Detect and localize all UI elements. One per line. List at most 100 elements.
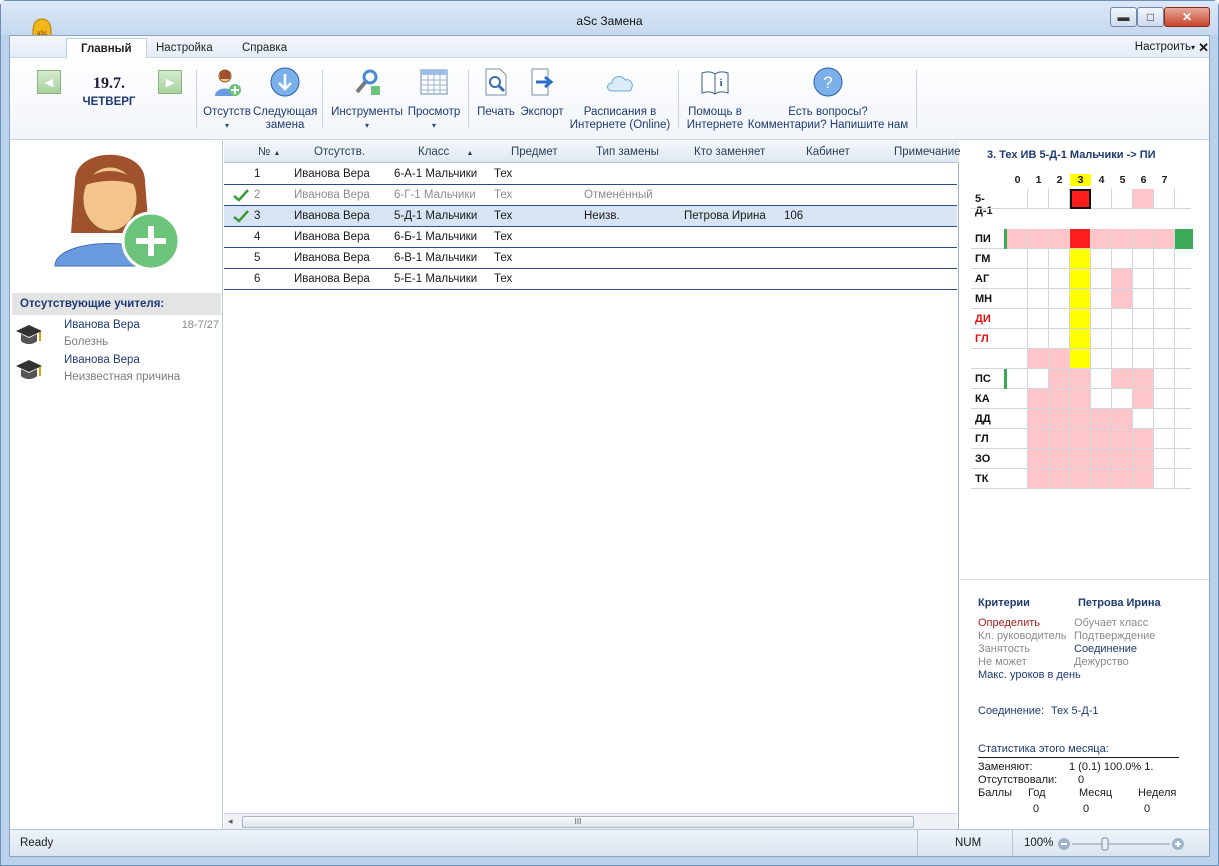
teacher-row-label[interactable]: МН xyxy=(975,293,992,305)
schedule-cell[interactable] xyxy=(1028,469,1049,489)
schedule-cell[interactable] xyxy=(1133,469,1154,489)
period-header[interactable]: 0 xyxy=(1007,174,1028,186)
schedule-cell[interactable] xyxy=(1049,449,1070,469)
schedule-cell[interactable] xyxy=(1154,289,1175,309)
schedule-cell[interactable] xyxy=(1154,369,1175,389)
criteria-item[interactable]: Подтверждение xyxy=(1074,630,1155,643)
criteria-item[interactable]: Дежурство xyxy=(1074,656,1155,669)
teacher-row-label[interactable]: ГЛ xyxy=(975,333,989,345)
schedule-cell[interactable] xyxy=(1049,429,1070,449)
schedule-cell[interactable] xyxy=(1007,189,1028,209)
schedule-cell[interactable] xyxy=(1091,249,1112,269)
period-header[interactable]: 1 xyxy=(1028,174,1049,186)
schedule-cell[interactable] xyxy=(1133,409,1154,429)
schedule-cell[interactable] xyxy=(1070,189,1091,209)
scroll-thumb[interactable]: III xyxy=(242,816,914,828)
schedule-cell[interactable] xyxy=(1133,369,1154,389)
col-header-number[interactable]: № ▲ xyxy=(258,146,280,158)
teacher-row-label[interactable]: ГЛ xyxy=(975,433,989,445)
export-button[interactable]: Экспорт xyxy=(517,66,567,119)
schedule-cell[interactable] xyxy=(1133,449,1154,469)
schedule-cell[interactable] xyxy=(1091,269,1112,289)
schedule-cell[interactable] xyxy=(1070,349,1091,369)
schedule-cell[interactable] xyxy=(1112,249,1133,269)
schedule-cell[interactable] xyxy=(1070,369,1091,389)
zoom-slider[interactable] xyxy=(1058,837,1184,851)
schedule-cell[interactable] xyxy=(1007,349,1028,369)
schedule-cell[interactable] xyxy=(1028,189,1049,209)
list-item[interactable]: Иванова Вера Неизвестная причина xyxy=(14,354,223,388)
schedule-cell[interactable] xyxy=(1049,269,1070,289)
schedule-cell[interactable] xyxy=(1007,289,1028,309)
table-row[interactable]: 3 Иванова Вера 5-Д-1 Мальчики Тех Неизв. Петр… xyxy=(224,206,957,227)
schedule-cell[interactable] xyxy=(1091,189,1112,209)
period-header[interactable]: 2 xyxy=(1049,174,1070,186)
teacher-row-label[interactable]: ПС xyxy=(975,373,991,385)
period-header[interactable]: 4 xyxy=(1091,174,1112,186)
schedule-cell[interactable] xyxy=(1112,449,1133,469)
schedule-cell[interactable] xyxy=(1091,229,1112,249)
schedule-cell[interactable] xyxy=(1070,309,1091,329)
close-ribbon-icon[interactable]: ✕ xyxy=(1198,40,1209,56)
schedule-cell[interactable] xyxy=(1049,409,1070,429)
schedule-cell[interactable] xyxy=(1112,269,1133,289)
schedule-cell[interactable] xyxy=(1154,429,1175,449)
schedule-cell[interactable] xyxy=(1049,249,1070,269)
schedule-cell[interactable] xyxy=(1154,189,1175,209)
schedule-cell[interactable] xyxy=(1028,369,1049,389)
schedule-cell[interactable] xyxy=(1154,309,1175,329)
tab-help[interactable]: Справка xyxy=(228,38,301,58)
schedule-cell[interactable] xyxy=(1049,469,1070,489)
schedule-cell[interactable] xyxy=(1007,309,1028,329)
schedule-cell[interactable] xyxy=(1028,329,1049,349)
schedule-cell[interactable] xyxy=(1154,229,1175,249)
customize-menu[interactable]: Настроить▾ ✕ xyxy=(1135,40,1209,55)
col-header-substitute[interactable]: Кто заменяет xyxy=(694,146,765,158)
schedule-cell[interactable] xyxy=(1091,389,1112,409)
absent-button[interactable]: Отсутств ▾ xyxy=(202,66,252,132)
criteria-item[interactable]: Обучает класс xyxy=(1074,617,1155,630)
schedule-cell[interactable] xyxy=(1028,409,1049,429)
col-header-absent[interactable]: Отсутств. xyxy=(314,146,365,158)
online-schedule-button[interactable]: Расписания в Интернете (Online) xyxy=(566,66,674,132)
schedule-cell[interactable] xyxy=(1112,429,1133,449)
table-row[interactable]: 5 Иванова Вера 6-В-1 Мальчики Тех xyxy=(224,248,957,269)
schedule-cell[interactable] xyxy=(1007,469,1028,489)
schedule-cell[interactable] xyxy=(1133,249,1154,269)
schedule-cell[interactable] xyxy=(1028,389,1049,409)
schedule-cell[interactable] xyxy=(1007,429,1028,449)
schedule-cell[interactable] xyxy=(1112,229,1133,249)
schedule-cell[interactable] xyxy=(1007,229,1028,249)
schedule-cell[interactable] xyxy=(1070,409,1091,429)
schedule-cell[interactable] xyxy=(1133,229,1154,249)
schedule-cell[interactable] xyxy=(1007,329,1028,349)
scroll-left-icon[interactable]: ◂ xyxy=(228,816,233,827)
period-header[interactable]: 7 xyxy=(1154,174,1175,186)
feedback-button[interactable]: ? Есть вопросы? Комментарии? Напишите на… xyxy=(746,66,910,132)
schedule-cell[interactable] xyxy=(1154,349,1175,369)
tools-button[interactable]: Инструменты ▾ xyxy=(330,66,404,132)
horizontal-scrollbar[interactable]: ◂ III xyxy=(224,813,957,830)
col-header-type[interactable]: Тип замены xyxy=(596,146,659,158)
maximize-button[interactable]: □ xyxy=(1137,7,1164,27)
teacher-row-label[interactable]: ПИ xyxy=(975,233,991,245)
schedule-cell[interactable] xyxy=(1049,289,1070,309)
next-day-button[interactable]: ▶ xyxy=(158,70,182,94)
schedule-cell[interactable] xyxy=(1091,369,1112,389)
list-item[interactable]: Иванова Вера Болезнь 18-7/27 xyxy=(14,319,223,353)
print-button[interactable]: Печать xyxy=(473,66,519,119)
schedule-cell[interactable] xyxy=(1112,309,1133,329)
schedule-cell[interactable] xyxy=(1070,229,1091,249)
schedule-cell[interactable] xyxy=(1070,249,1091,269)
schedule-cell[interactable] xyxy=(1154,389,1175,409)
criteria-item[interactable]: Кл. руководитель xyxy=(978,630,1081,643)
teacher-row-label[interactable]: ГМ xyxy=(975,253,990,265)
schedule-cell[interactable] xyxy=(1028,269,1049,289)
schedule-cell[interactable] xyxy=(1112,189,1133,209)
schedule-cell[interactable] xyxy=(1133,189,1154,209)
teacher-row-label[interactable]: ДИ xyxy=(975,313,991,325)
online-help-button[interactable]: i Помощь в Интернете xyxy=(684,66,746,132)
col-header-room[interactable]: Кабинет xyxy=(806,146,850,158)
schedule-cell[interactable] xyxy=(1007,409,1028,429)
schedule-cell[interactable] xyxy=(1091,429,1112,449)
